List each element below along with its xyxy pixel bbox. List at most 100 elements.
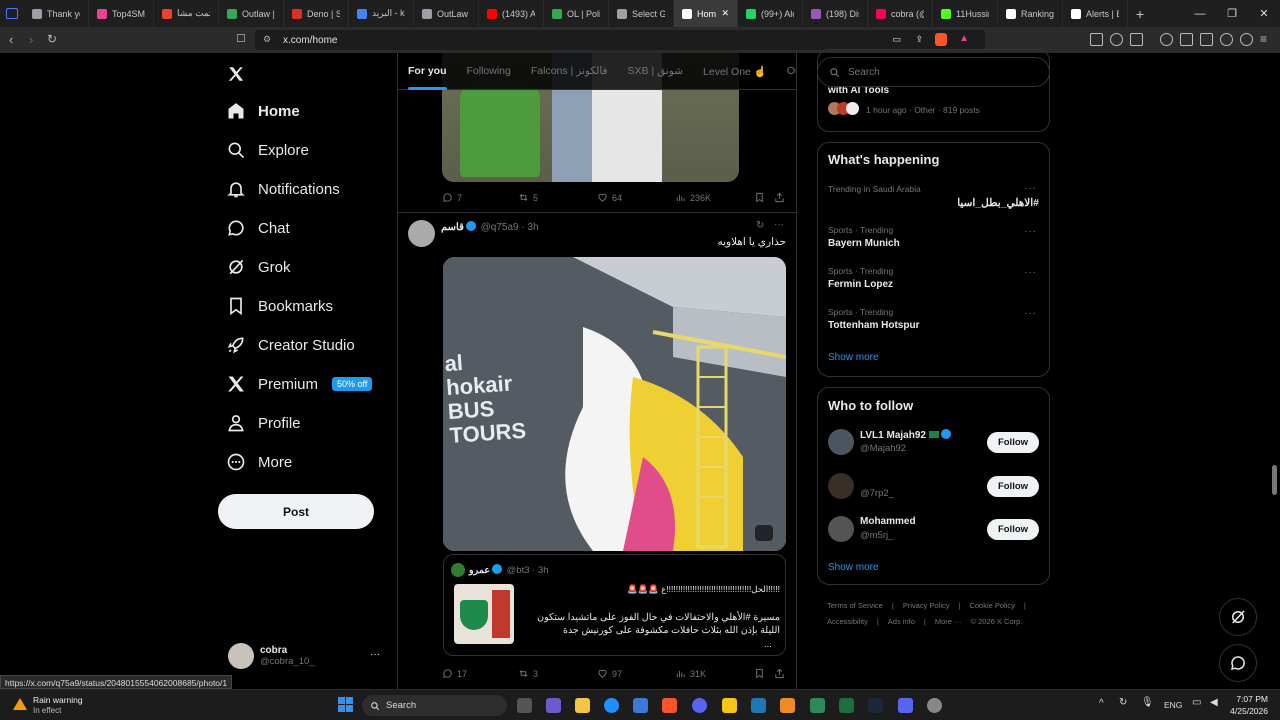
network-icon[interactable]: ▭: [1192, 697, 1201, 708]
bookmark-icon[interactable]: [754, 192, 765, 203]
excel-icon[interactable]: [839, 698, 854, 713]
browser-tab[interactable]: Select Ge: [609, 0, 674, 27]
repost-button[interactable]: 3: [518, 668, 538, 679]
avatar[interactable]: [408, 220, 435, 247]
like-button[interactable]: 64: [597, 192, 622, 203]
tray-chevron-icon[interactable]: ^: [1099, 698, 1104, 709]
file-explorer-icon[interactable]: [575, 698, 590, 713]
close-window-button[interactable]: ✕: [1248, 7, 1280, 20]
cast-icon[interactable]: ▭: [892, 34, 901, 45]
account-more-icon[interactable]: ···: [370, 649, 380, 660]
sidebar-item-chat[interactable]: Chat: [226, 218, 290, 238]
quote-tweet[interactable]: عمرو @bt3 · 3h !!!!!الحل!!!!!!!!!!!!!!!!…: [443, 554, 786, 656]
follow-suggestion[interactable]: @7rp2_ Follow: [818, 470, 1049, 510]
browser-tab[interactable]: Alerts | B: [1063, 0, 1128, 27]
microphone-icon[interactable]: 🎙: [1141, 697, 1154, 708]
music-icon[interactable]: [1160, 33, 1173, 46]
show-more-link[interactable]: Show more: [828, 562, 879, 573]
taskbar-search[interactable]: Search: [362, 695, 507, 716]
post-button[interactable]: Post: [218, 494, 374, 529]
follow-button[interactable]: Follow: [987, 432, 1039, 453]
author-handle[interactable]: @q75a9: [481, 222, 519, 233]
gif-toggle-icon[interactable]: [755, 525, 773, 541]
tab-level-one[interactable]: Level One ☝️: [693, 53, 777, 90]
browser-tab[interactable]: Deno | St: [284, 0, 349, 27]
trend-more-icon[interactable]: ···: [1024, 267, 1037, 278]
share-icon[interactable]: [774, 668, 785, 679]
weather-warning-icon[interactable]: [12, 697, 28, 711]
reply-button[interactable]: 7: [442, 192, 462, 203]
trend-more-icon[interactable]: ···: [1024, 226, 1037, 237]
app-icon[interactable]: [722, 698, 737, 713]
tab-sxb[interactable]: SXB | شونق: [618, 53, 693, 90]
new-tab-button[interactable]: +: [1128, 6, 1152, 22]
clock[interactable]: 7:07 PM 4/25/2026: [1226, 693, 1268, 717]
x-logo-icon[interactable]: [227, 65, 245, 83]
wallet-icon[interactable]: [1200, 33, 1213, 46]
search-input[interactable]: Search: [817, 57, 1050, 87]
volume-icon[interactable]: ◀: [1210, 697, 1218, 708]
browser-tab[interactable]: (99+) Alc: [738, 0, 803, 27]
grok-float-button[interactable]: [1219, 598, 1257, 636]
browser-tab[interactable]: Hom ✕: [674, 0, 738, 27]
back-button[interactable]: ‹: [9, 32, 13, 47]
sidebar-item-notifications[interactable]: Notifications: [226, 179, 340, 199]
browser-tab[interactable]: 11Hussin: [933, 0, 998, 27]
share-icon[interactable]: [774, 192, 785, 203]
reply-button[interactable]: 17: [442, 668, 467, 679]
task-view-icon[interactable]: [517, 698, 532, 713]
tab-falcons[interactable]: Falcons | فالكونز: [521, 53, 618, 90]
page-scrollbar-thumb[interactable]: [1272, 465, 1277, 495]
tab-following[interactable]: Following: [457, 53, 521, 90]
vpn-icon[interactable]: [1240, 33, 1253, 46]
screenshot-icon[interactable]: [1130, 33, 1143, 46]
forward-button[interactable]: ›: [29, 32, 33, 47]
menu-icon[interactable]: ≡: [1260, 32, 1267, 46]
follow-button[interactable]: Follow: [987, 519, 1039, 540]
footer-link-accessibility[interactable]: Accessibility: [827, 617, 868, 626]
extension-icon[interactable]: [1090, 33, 1103, 46]
windows-start-icon[interactable]: [338, 697, 353, 712]
weather-title[interactable]: Rain warning: [33, 695, 83, 705]
discord-icon[interactable]: [898, 698, 913, 713]
views-button[interactable]: 236K: [675, 192, 711, 203]
brave-icon[interactable]: [662, 698, 677, 713]
trend-item[interactable]: Sports · Trending Bayern Munich ···: [818, 223, 1049, 261]
app-icon[interactable]: [751, 698, 766, 713]
browser-tab[interactable]: OL | Polic: [544, 0, 609, 27]
language-indicator[interactable]: ENG: [1164, 700, 1182, 710]
grok-explain-icon[interactable]: ↻: [756, 220, 764, 231]
steam-icon[interactable]: [868, 698, 883, 713]
footer-link-privacy[interactable]: Privacy Policy: [903, 601, 950, 610]
browser-tab[interactable]: البريد - k: [349, 0, 414, 27]
vertical-tabs-icon[interactable]: [0, 0, 24, 27]
trend-item[interactable]: Trending in Saudi Arabia #الاهلي_بطل_اسي…: [818, 181, 1049, 219]
footer-link-cookies[interactable]: Cookie Policy: [969, 601, 1014, 610]
browser-tab[interactable]: Thank yo: [24, 0, 89, 27]
sidebar-item-bookmarks[interactable]: Bookmarks: [226, 296, 333, 316]
brave-rewards-icon[interactable]: ▲: [959, 33, 969, 44]
browser-tab[interactable]: تمت مشا: [154, 0, 219, 27]
edge-icon[interactable]: [604, 698, 619, 713]
browser-tab[interactable]: Outlaw |: [219, 0, 284, 27]
browser-tab[interactable]: (198) Dis: [803, 0, 868, 27]
tweet-media-video[interactable]: al hokair BUS TOURS: [443, 257, 786, 551]
follow-suggestion[interactable]: Mohammed @m5rj_ Follow: [818, 513, 1049, 553]
footer-link-more[interactable]: More ···: [935, 617, 962, 626]
author-name[interactable]: قاسم: [441, 222, 464, 233]
sidebar-item-creator-studio[interactable]: Creator Studio: [226, 335, 355, 355]
app-icon[interactable]: [927, 698, 942, 713]
leo-ai-icon[interactable]: [1220, 33, 1233, 46]
browser-tab[interactable]: cobra (@: [868, 0, 933, 27]
reload-icon[interactable]: ↻: [47, 32, 57, 46]
trend-more-icon[interactable]: ···: [1024, 308, 1037, 319]
trend-item[interactable]: Sports · Trending Fermin Lopez ···: [818, 264, 1049, 302]
site-info-icon[interactable]: ⚙: [263, 34, 271, 45]
browser-tab[interactable]: OutLaw: [414, 0, 479, 27]
sidebar-item-premium[interactable]: Premium 50% off: [226, 374, 373, 394]
sidebar-item-grok[interactable]: Grok: [226, 257, 291, 277]
app-icon[interactable]: [780, 698, 795, 713]
trend-more-icon[interactable]: ···: [1024, 183, 1037, 194]
like-button[interactable]: 97: [597, 668, 622, 679]
app-icon[interactable]: [810, 698, 825, 713]
